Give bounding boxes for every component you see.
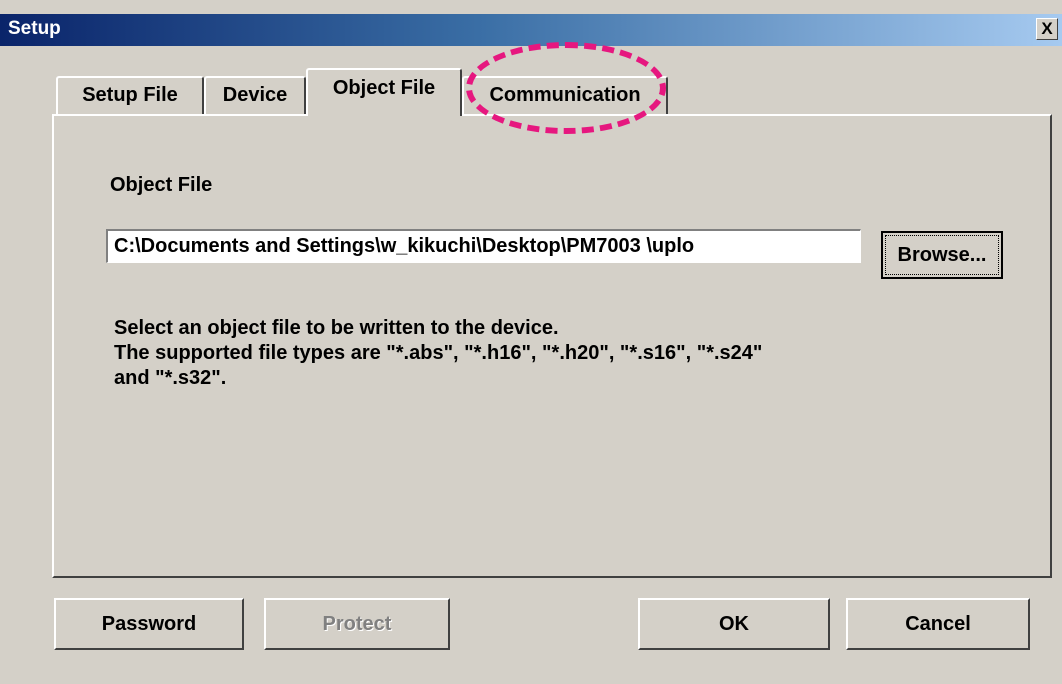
protect-button-label: Protect (322, 613, 392, 635)
browse-button-label: Browse... (897, 244, 987, 266)
object-file-panel: Object File C:\Documents and Settings\w_… (52, 114, 1052, 578)
password-button-label: Password (101, 613, 197, 635)
close-button[interactable]: X (1036, 18, 1058, 40)
browse-button[interactable]: Browse... (881, 231, 1003, 279)
window-title: Setup (8, 18, 61, 39)
protect-button: Protect (264, 598, 450, 650)
ok-button[interactable]: OK (638, 598, 830, 650)
close-icon: X (1041, 19, 1053, 38)
tab-setup-file-label: Setup File (82, 84, 178, 106)
description-line-3: and "*.s32". (114, 367, 227, 389)
object-file-path-input[interactable]: C:\Documents and Settings\w_kikuchi\Desk… (106, 229, 861, 263)
tab-device[interactable]: Device (204, 76, 306, 114)
description-line-2: The supported file types are "*.abs", "*… (114, 342, 763, 364)
tab-device-label: Device (222, 84, 288, 106)
browse-focus-rect: Browse... (885, 235, 999, 275)
tab-setup-file[interactable]: Setup File (56, 76, 204, 114)
communication-tab-highlight (466, 42, 666, 134)
ok-button-label: OK (719, 613, 749, 635)
cancel-button-label: Cancel (905, 613, 971, 635)
tab-object-file-label: Object File (332, 77, 436, 99)
description-line-1: Select an object file to be written to t… (114, 317, 559, 339)
object-file-label: Object File (110, 174, 213, 196)
cancel-button[interactable]: Cancel (846, 598, 1030, 650)
object-file-path-value: C:\Documents and Settings\w_kikuchi\Desk… (114, 235, 695, 257)
password-button[interactable]: Password (54, 598, 244, 650)
setup-dialog: Setup X Setup File Device Object File Co… (0, 0, 1062, 684)
title-bar[interactable]: Setup X (0, 14, 1062, 46)
object-file-description: Select an object file to be written to t… (114, 316, 762, 391)
tab-object-file[interactable]: Object File (306, 68, 462, 116)
